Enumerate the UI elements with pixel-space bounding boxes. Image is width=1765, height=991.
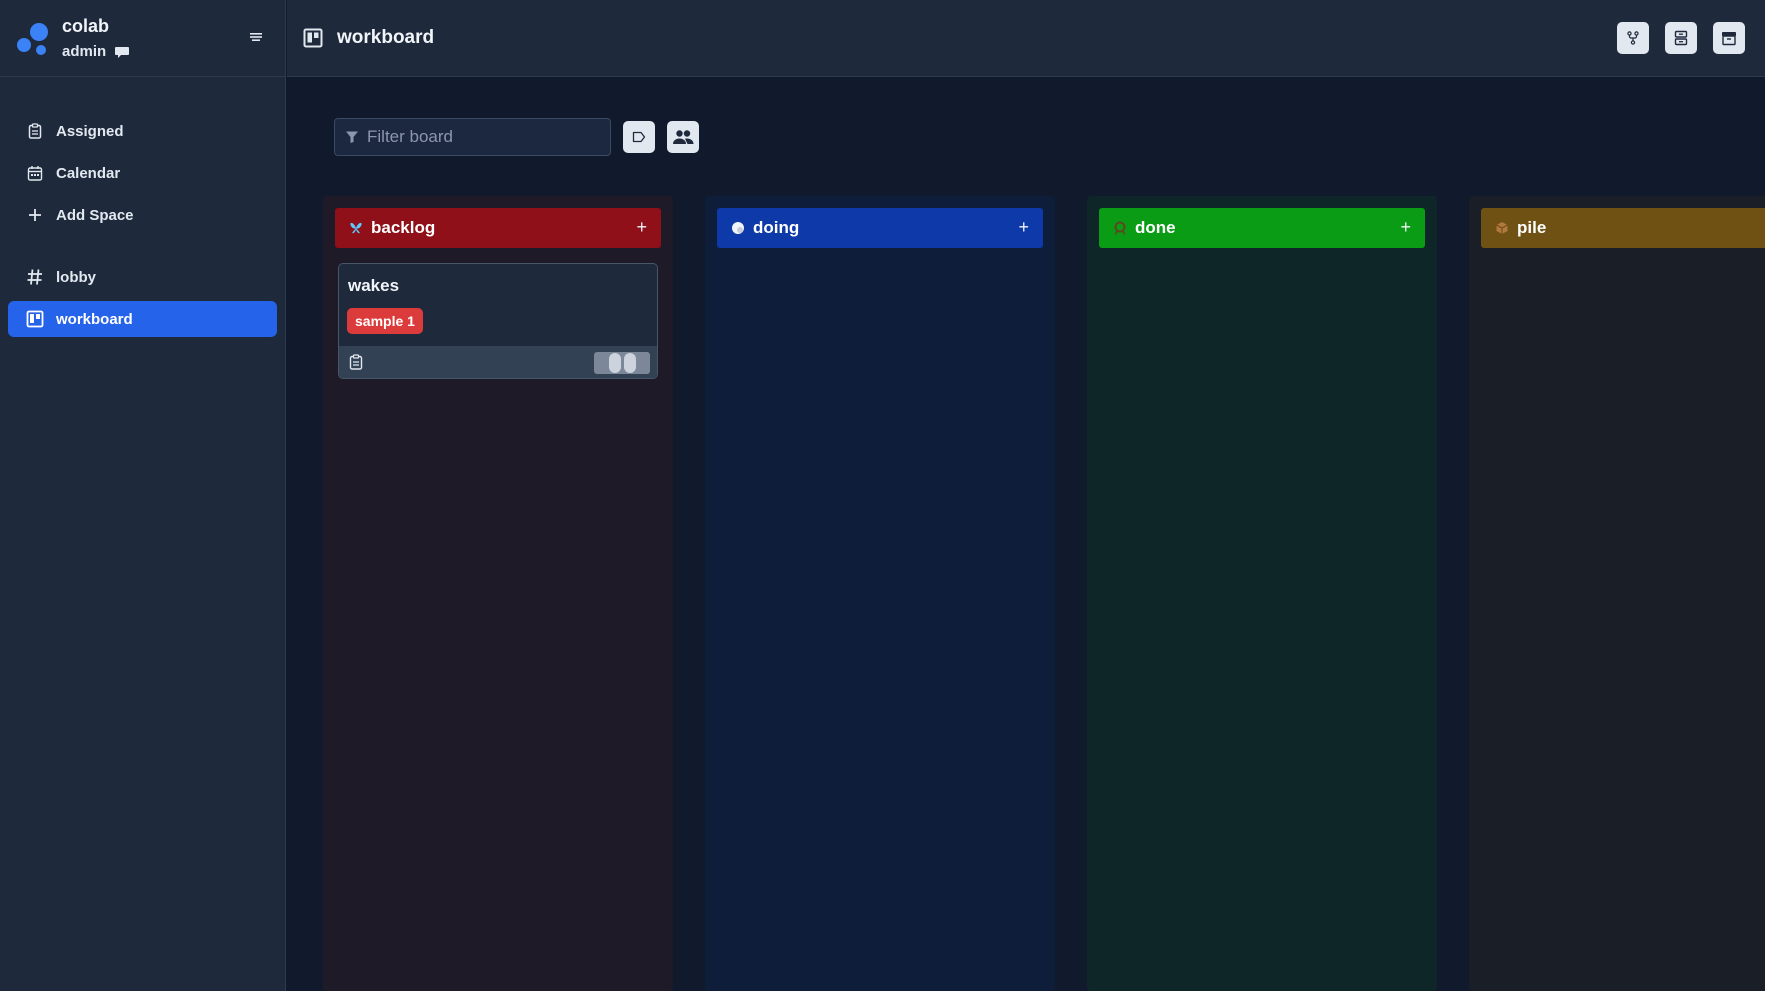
add-card-button[interactable]: + [636, 217, 647, 238]
label-filter-button[interactable] [623, 121, 655, 153]
label-badge[interactable]: sample 1 [347, 308, 423, 334]
archive-icon [1722, 32, 1736, 46]
sidebar-item-assigned[interactable]: Assigned [8, 113, 277, 149]
sidebar: colab admin Assigned Calendar Add Space … [0, 0, 286, 991]
avatar [608, 353, 621, 373]
sidebar-item-label: lobby [56, 268, 96, 286]
box-icon [1495, 221, 1509, 235]
sidebar-item-add-space[interactable]: Add Space [8, 197, 277, 233]
brand-header: colab admin [0, 0, 285, 77]
top-bar: workboard [287, 0, 1765, 77]
column-doing: doing + [705, 196, 1055, 991]
app-logo-icon [16, 21, 48, 55]
collapse-sidebar-icon[interactable] [249, 30, 263, 44]
people-icon [673, 130, 694, 144]
board-toolbar [334, 118, 699, 156]
filter-funnel-icon [346, 131, 358, 143]
column-header: backlog + [335, 208, 661, 248]
sidebar-item-label: workboard [56, 310, 133, 328]
tag-icon [632, 131, 646, 143]
hash-icon [26, 268, 44, 286]
clipboard-icon [26, 122, 44, 140]
chat-bubble-icon[interactable] [114, 44, 130, 60]
members-filter-button[interactable] [667, 121, 699, 153]
card-title: wakes [348, 276, 400, 295]
plus-icon [26, 206, 44, 224]
sidebar-item-lobby[interactable]: lobby [8, 259, 277, 295]
wreath-icon [1113, 221, 1127, 235]
sidebar-item-label: Calendar [56, 164, 121, 182]
sidebar-nav: Assigned Calendar Add Space lobby workbo… [0, 77, 285, 337]
column-title: doing [753, 218, 800, 237]
board-icon [303, 28, 323, 48]
assignee-avatars[interactable] [594, 352, 650, 374]
header-actions [1617, 22, 1745, 54]
butterfly-icon [349, 221, 363, 235]
user-name: admin [62, 43, 107, 60]
column-title: done [1135, 218, 1176, 237]
column-title: pile [1517, 218, 1547, 237]
column-header: done + [1099, 208, 1425, 248]
archive-button[interactable] [1713, 22, 1745, 54]
fork-icon [1627, 31, 1639, 45]
column-done: done + [1087, 196, 1437, 991]
sidebar-item-label: Add Space [56, 206, 134, 224]
server-icon [1674, 30, 1688, 46]
task-card[interactable]: wakes sample 1 [338, 263, 658, 379]
calendar-icon [26, 164, 44, 182]
filter-box [334, 118, 611, 156]
sidebar-item-workboard[interactable]: workboard [8, 301, 277, 337]
server-button[interactable] [1665, 22, 1697, 54]
column-pile: pile [1469, 196, 1765, 991]
circle-icon [731, 221, 745, 235]
add-card-button[interactable]: + [1018, 217, 1029, 238]
fork-button[interactable] [1617, 22, 1649, 54]
sidebar-item-label: Assigned [56, 122, 124, 140]
sidebar-item-calendar[interactable]: Calendar [8, 155, 277, 191]
clipboard-icon[interactable] [349, 354, 363, 370]
board-icon [26, 310, 44, 328]
current-user: admin [62, 43, 130, 60]
column-header: doing + [717, 208, 1043, 248]
page-title: workboard [337, 27, 435, 48]
column-backlog: backlog + wakes sample 1 [323, 196, 673, 991]
add-card-button[interactable]: + [1400, 217, 1411, 238]
column-header: pile [1481, 208, 1765, 248]
app-name: colab [62, 16, 110, 36]
filter-board-input[interactable] [367, 127, 597, 147]
column-title: backlog [371, 218, 436, 237]
card-footer [339, 346, 657, 378]
avatar [623, 353, 636, 373]
